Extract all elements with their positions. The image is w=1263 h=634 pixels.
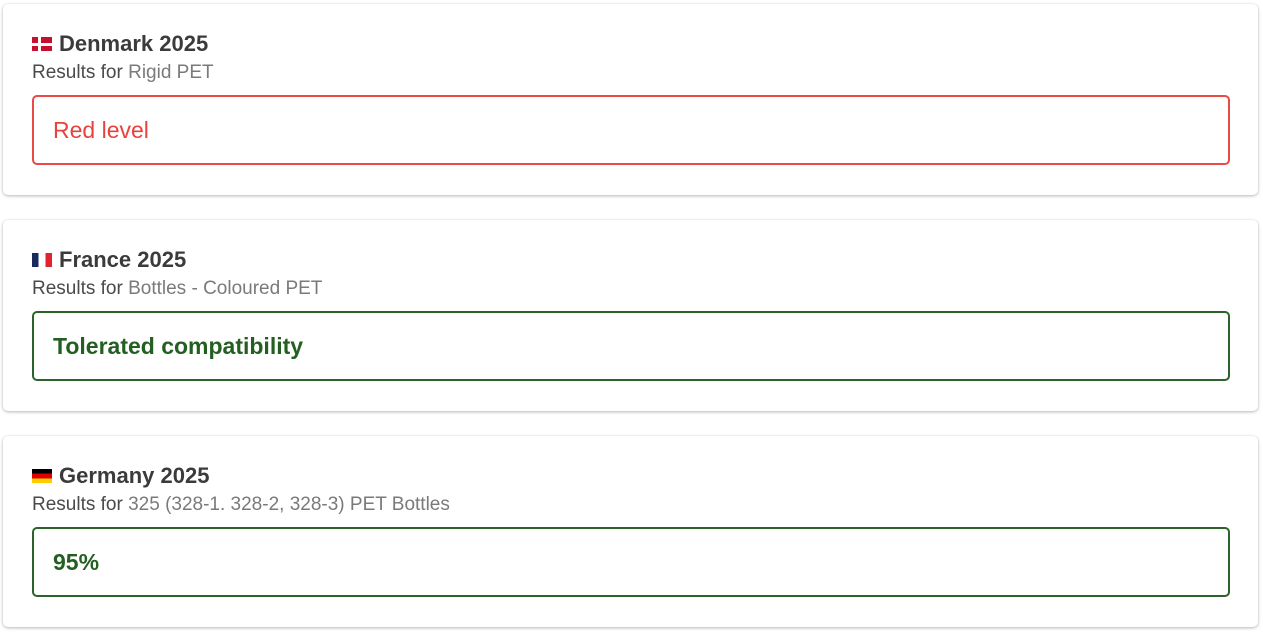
results-prefix: Results for — [32, 494, 129, 515]
country-label: Germany 2025 — [59, 463, 210, 488]
country-label: France 2025 — [59, 247, 187, 272]
result-value: Tolerated compatibility — [53, 332, 304, 359]
card-title: Germany 2025 — [32, 463, 209, 489]
country-label: Denmark 2025 — [59, 31, 209, 56]
category-label: Bottles - Coloured PET — [128, 278, 323, 299]
result-value: 95% — [53, 548, 100, 575]
result-value: Red level — [53, 116, 149, 143]
result-card-germany: Germany 2025 Results for 325 (328-1. 328… — [3, 436, 1258, 627]
results-prefix: Results for — [32, 278, 129, 299]
category-label: 325 (328-1. 328-2, 328-3) PET Bottles — [128, 494, 450, 515]
results-cards: Denmark 2025 Results for Rigid PET Red l… — [0, 0, 1263, 634]
card-subtitle: Results for Bottles - Coloured PET — [32, 278, 322, 300]
result-card-france: France 2025 Results for Bottles - Colour… — [3, 220, 1258, 411]
result-card-denmark: Denmark 2025 Results for Rigid PET Red l… — [3, 4, 1258, 195]
card-subtitle: Results for Rigid PET — [32, 62, 214, 84]
germany-flag-icon — [32, 469, 52, 483]
denmark-flag-icon — [32, 37, 52, 51]
result-box: Tolerated compatibility — [32, 311, 1230, 381]
result-box: Red level — [32, 95, 1230, 165]
france-flag-icon — [32, 253, 52, 267]
category-label: Rigid PET — [128, 62, 214, 83]
results-prefix: Results for — [32, 62, 129, 83]
result-box: 95% — [32, 527, 1230, 597]
card-title: France 2025 — [32, 247, 186, 273]
card-title: Denmark 2025 — [32, 31, 208, 57]
card-subtitle: Results for 325 (328-1. 328-2, 328-3) PE… — [32, 494, 450, 516]
